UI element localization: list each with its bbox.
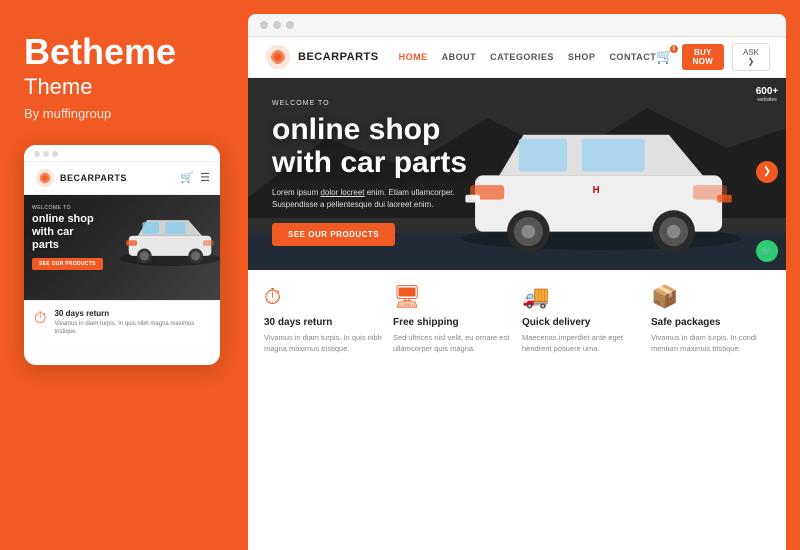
mobile-logo: BECARPARTS bbox=[34, 167, 127, 189]
nav-link-home[interactable]: HOME bbox=[399, 52, 428, 62]
hero-title: online shop with car parts bbox=[272, 113, 467, 179]
return-icon: ⏱ bbox=[264, 284, 383, 310]
mobile-feature-item: ⏱ 30 days return Vivamus in diam turpis.… bbox=[24, 300, 220, 345]
site-nav-right: 🛒 1 BUY NOW ASK ❯ bbox=[656, 43, 770, 71]
mobile-logo-icon bbox=[34, 167, 56, 189]
feature-card-packages: 📦 Safe packages Vivamus in diam turpis. … bbox=[651, 284, 770, 540]
mobile-feature-title: 30 days return bbox=[54, 309, 210, 318]
nav-link-shop[interactable]: SHOP bbox=[568, 52, 596, 62]
feature-desc-packages: Vivamus in diam turpis. In condi mentum … bbox=[651, 332, 770, 355]
feature-card-return: ⏱ 30 days return Vivamus in diam turpis.… bbox=[264, 284, 383, 540]
desktop-browser-body: BECARPARTS HOME ABOUT CATEGORIES SHOP CO… bbox=[248, 37, 786, 550]
desktop-dot-2 bbox=[273, 21, 281, 29]
mobile-dots-bar bbox=[24, 145, 220, 162]
packages-icon: 📦 bbox=[651, 284, 770, 310]
feature-desc-shipping: Sed ultrices nisl velit, eu ornare est u… bbox=[393, 332, 512, 355]
mobile-hero-text: WELCOME TO online shopwith carparts SEE … bbox=[32, 205, 103, 271]
feature-title-packages: Safe packages bbox=[651, 317, 770, 328]
mobile-return-icon: ⏱ bbox=[34, 310, 46, 328]
nav-link-about[interactable]: ABOUT bbox=[442, 52, 477, 62]
hero-stat-label: websites bbox=[756, 97, 779, 103]
brand-subtitle: Theme bbox=[24, 74, 224, 100]
hero-title-line1: online shop bbox=[272, 113, 440, 146]
svg-text:H: H bbox=[593, 185, 600, 196]
hero-subtitle-text: Lorem ipsum dolor locreet enim. Etiam ul… bbox=[272, 187, 467, 211]
feature-desc-delivery: Maecenas imperdiet ante eget hendrerit p… bbox=[522, 332, 641, 355]
mobile-dot-1 bbox=[34, 151, 40, 157]
hero-next-button[interactable]: ❯ bbox=[756, 161, 778, 183]
site-logo-text: BECARPARTS bbox=[298, 51, 379, 63]
site-nav-links: HOME ABOUT CATEGORIES SHOP CONTACT bbox=[399, 52, 657, 62]
site-nav: BECARPARTS HOME ABOUT CATEGORIES SHOP CO… bbox=[248, 37, 786, 78]
hero-car-image: H bbox=[446, 88, 756, 258]
site-logo-icon bbox=[264, 43, 292, 71]
brand-author: By muffingroup bbox=[24, 106, 224, 121]
hero-title-line2: with car parts bbox=[272, 146, 467, 179]
feature-title-delivery: Quick delivery bbox=[522, 317, 641, 328]
cart-badge: 1 bbox=[670, 45, 678, 53]
mobile-menu-icon: ☰ bbox=[200, 171, 210, 184]
hero-stat: 600+ websites bbox=[756, 86, 779, 103]
mobile-logo-text: BECARPARTS bbox=[60, 173, 127, 183]
hero-cta-button[interactable]: SEE OUR PRODUCTS bbox=[272, 223, 395, 246]
mobile-mockup: BECARPARTS 🛒 ☰ bbox=[24, 145, 220, 365]
mobile-feature-text: 30 days return Vivamus in diam turpis. I… bbox=[54, 309, 210, 337]
site-logo: BECARPARTS bbox=[264, 43, 379, 71]
ask-button[interactable]: ASK ❯ bbox=[732, 43, 770, 71]
desktop-dots-bar bbox=[248, 14, 786, 37]
mobile-hero: WELCOME TO online shopwith carparts SEE … bbox=[24, 195, 220, 300]
site-hero: H WELCOME TO online shop with car parts … bbox=[248, 78, 786, 270]
hero-green-button[interactable]: 🛒 bbox=[756, 240, 778, 262]
features-section: ⏱ 30 days return Vivamus in diam turpis.… bbox=[248, 270, 786, 550]
feature-title-return: 30 days return bbox=[264, 317, 383, 328]
feature-card-delivery: 🚚 Quick delivery Maecenas imperdiet ante… bbox=[522, 284, 641, 540]
mobile-window-dots bbox=[34, 151, 58, 157]
hero-right-panel: 600+ websites ❯ 🛒 bbox=[748, 78, 786, 270]
mobile-welcome: WELCOME TO bbox=[32, 205, 103, 211]
desktop-dot-3 bbox=[286, 21, 294, 29]
shipping-icon: 🖥 bbox=[393, 284, 512, 310]
mobile-nav-icons: 🛒 ☰ bbox=[180, 171, 210, 184]
desktop-mockup: BECARPARTS HOME ABOUT CATEGORIES SHOP CO… bbox=[248, 14, 786, 550]
mobile-nav-header: BECARPARTS 🛒 ☰ bbox=[24, 162, 220, 195]
mobile-feature-desc: Vivamus in diam turpis. In quis nibh mag… bbox=[54, 320, 210, 337]
feature-card-shipping: 🖥 Free shipping Sed ultrices nisl velit,… bbox=[393, 284, 512, 540]
delivery-icon: 🚚 bbox=[522, 284, 641, 310]
mobile-dot-2 bbox=[43, 151, 49, 157]
feature-title-shipping: Free shipping bbox=[393, 317, 512, 328]
nav-link-categories[interactable]: CATEGORIES bbox=[490, 52, 554, 62]
buy-now-button[interactable]: BUY NOW bbox=[682, 44, 724, 70]
mobile-hero-cta[interactable]: SEE OUR PRODUCTS bbox=[32, 258, 103, 270]
left-panel: Betheme Theme By muffingroup BECARPARTS bbox=[0, 0, 248, 550]
mobile-cart-icon: 🛒 bbox=[180, 171, 194, 184]
brand-title: Betheme bbox=[24, 32, 224, 72]
mobile-hero-car bbox=[115, 203, 220, 273]
hero-content: WELCOME TO online shop with car parts Lo… bbox=[248, 78, 491, 268]
cart-icon-wrap[interactable]: 🛒 1 bbox=[656, 48, 673, 66]
mobile-dot-3 bbox=[52, 151, 58, 157]
hero-welcome: WELCOME TO bbox=[272, 100, 467, 107]
mobile-hero-title: online shopwith carparts bbox=[32, 213, 103, 253]
nav-link-contact[interactable]: CONTACT bbox=[609, 52, 656, 62]
feature-desc-return: Vivamus in diam turpis. In quis nibh mag… bbox=[264, 332, 383, 355]
desktop-dot-1 bbox=[260, 21, 268, 29]
hero-stat-num: 600+ bbox=[756, 86, 779, 97]
